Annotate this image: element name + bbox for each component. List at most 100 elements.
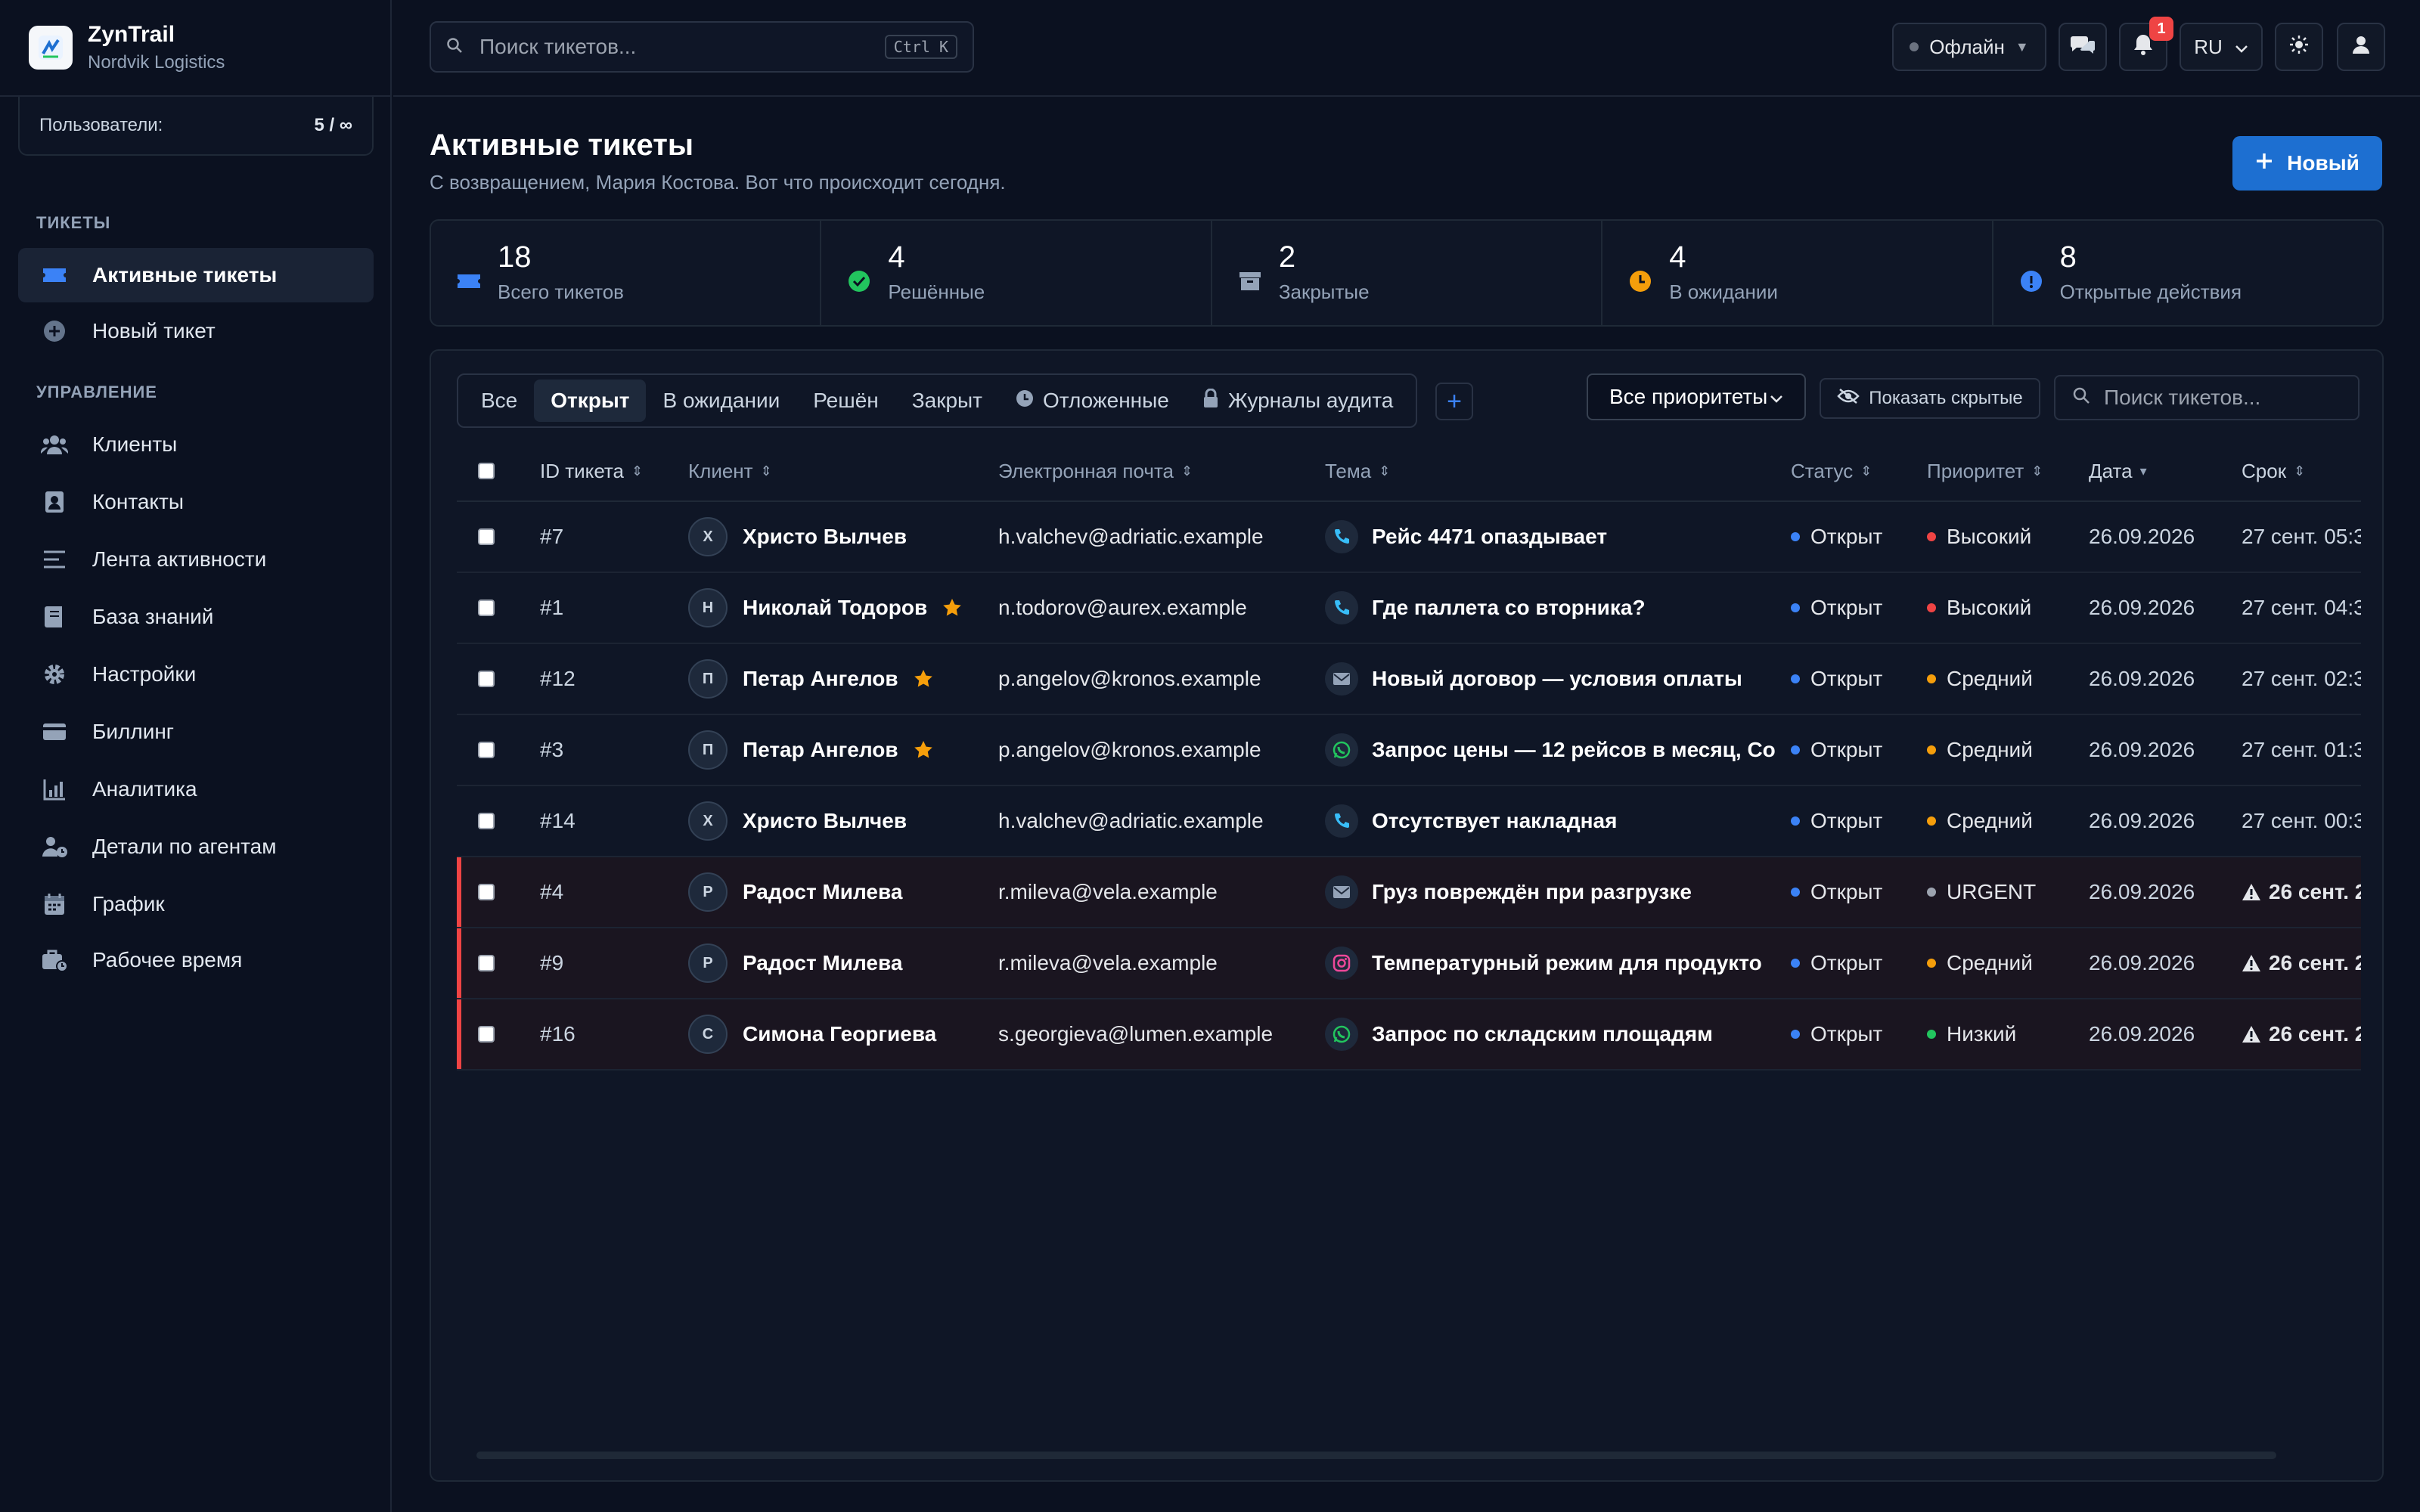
column-header-client[interactable]: Клиент ⇕ xyxy=(688,460,998,483)
new-ticket-button[interactable]: Новый xyxy=(2232,136,2382,191)
row-checkbox[interactable] xyxy=(478,1026,495,1043)
subject-cell: Температурный режим для продукто xyxy=(1325,947,1791,980)
ticket-subject[interactable]: Рейс 4471 опаздывает xyxy=(1372,525,1607,549)
row-checkbox[interactable] xyxy=(478,813,495,829)
theme-toggle[interactable] xyxy=(2275,23,2323,71)
column-header-due[interactable]: Срок ⇕ xyxy=(2242,460,2361,483)
row-checkbox[interactable] xyxy=(478,671,495,687)
ticket-subject[interactable]: Запрос цены — 12 рейсов в месяц, Со xyxy=(1372,738,1776,762)
show-hidden-button[interactable]: Показать скрытые xyxy=(1820,378,2040,419)
add-tab-button[interactable]: + xyxy=(1435,383,1473,420)
column-header-date[interactable]: Дата ▾ xyxy=(2089,460,2242,483)
users-count: 5 / ∞ xyxy=(314,115,352,135)
sidebar-item-analytics[interactable]: Аналитика xyxy=(18,762,374,816)
sidebar-item-label: Клиенты xyxy=(92,432,178,456)
avatar: П xyxy=(688,730,728,770)
row-checkbox[interactable] xyxy=(478,528,495,545)
sidebar-item-new-ticket[interactable]: Новый тикет xyxy=(18,304,374,358)
table-row[interactable]: #1 Н Николай Тодоров n.todorov@aurex.exa… xyxy=(457,573,2361,644)
row-checkbox[interactable] xyxy=(478,742,495,758)
sidebar-item-knowledge-base[interactable]: База знаний xyxy=(18,590,374,644)
client-name[interactable]: Христо Вылчев xyxy=(743,809,907,833)
priority-cell: Высокий xyxy=(1927,525,2089,549)
sidebar-item-settings[interactable]: Настройки xyxy=(18,647,374,702)
client-name[interactable]: Симона Георгиева xyxy=(743,1022,936,1046)
client-name[interactable]: Радост Милева xyxy=(743,880,902,904)
tab-all[interactable]: Все xyxy=(464,380,534,422)
stat-total[interactable]: 18 Всего тикетов xyxy=(431,221,822,325)
language-select[interactable]: RU xyxy=(2180,23,2263,71)
stat-value: 4 xyxy=(1669,240,1686,274)
sidebar-item-clients[interactable]: Клиенты xyxy=(18,417,374,472)
sidebar-item-schedule[interactable]: График xyxy=(18,877,374,931)
ticket-search-input[interactable]: Поиск тикетов... xyxy=(2054,375,2360,420)
status-label: Офлайн xyxy=(1929,35,2005,58)
tab-open[interactable]: Открыт xyxy=(534,380,647,422)
check-circle-icon xyxy=(844,266,874,296)
table-row[interactable]: #9 Р Радост Милева r.mileva@vela.example… xyxy=(457,928,2361,999)
sidebar-item-active-tickets[interactable]: Активные тикеты xyxy=(18,248,374,302)
stat-open-actions[interactable]: 8 Открытые действия xyxy=(1993,221,2382,325)
subject-cell: Где паллета со вторника? xyxy=(1325,591,1791,624)
row-checkbox[interactable] xyxy=(478,600,495,616)
tab-resolved[interactable]: Решён xyxy=(796,380,895,422)
column-header-subject[interactable]: Тема ⇕ xyxy=(1325,460,1791,483)
client-name[interactable]: Христо Вылчев xyxy=(743,525,907,549)
row-checkbox[interactable] xyxy=(478,955,495,971)
select-all-checkbox[interactable] xyxy=(478,463,495,479)
client-name[interactable]: Петар Ангелов xyxy=(743,738,898,762)
client-cell: Х Христо Вылчев xyxy=(688,801,998,841)
notifications-badge: 1 xyxy=(2149,17,2173,41)
status-dropdown[interactable]: Офлайн ▼ xyxy=(1892,23,2046,71)
horizontal-scrollbar[interactable] xyxy=(476,1452,2276,1459)
tab-pending[interactable]: В ожидании xyxy=(646,380,796,422)
table-row[interactable]: #12 П Петар Ангелов p.angelov@kronos.exa… xyxy=(457,644,2361,715)
page-subtitle: С возвращением, Мария Костова. Вот что п… xyxy=(430,171,1006,194)
row-checkbox[interactable] xyxy=(478,884,495,900)
column-label: Срок xyxy=(2242,459,2287,482)
sidebar-item-agent-details[interactable]: Детали по агентам xyxy=(18,820,374,874)
client-name[interactable]: Петар Ангелов xyxy=(743,667,898,691)
sidebar-item-working-hours[interactable]: Рабочее время xyxy=(18,933,374,987)
ticket-subject[interactable]: Где паллета со вторника? xyxy=(1372,596,1646,620)
notifications-button[interactable]: 1 xyxy=(2119,17,2173,71)
sort-icon: ⇕ xyxy=(1181,463,1193,479)
sidebar-item-label: Лента активности xyxy=(92,547,267,571)
ticket-subject[interactable]: Запрос по складским площадям xyxy=(1372,1022,1713,1046)
table-row[interactable]: #14 Х Христо Вылчев h.valchev@adriatic.e… xyxy=(457,786,2361,857)
tab-closed[interactable]: Закрыт xyxy=(895,380,999,422)
tab-audit-logs[interactable]: Журналы аудита xyxy=(1186,380,1410,422)
client-name[interactable]: Николай Тодоров xyxy=(743,596,927,620)
client-name[interactable]: Радост Милева xyxy=(743,951,902,975)
column-header-email[interactable]: Электронная почта ⇕ xyxy=(998,460,1325,483)
priority-filter-select[interactable]: Все приоритеты xyxy=(1587,373,1806,420)
plus-icon xyxy=(2255,151,2273,175)
app-logo xyxy=(29,26,73,70)
column-header-priority[interactable]: Приоритет ⇕ xyxy=(1927,460,2089,483)
table-row[interactable]: #16 С Симона Георгиева s.georgieva@lumen… xyxy=(457,999,2361,1070)
sidebar-item-activity-feed[interactable]: Лента активности xyxy=(18,532,374,587)
table-row[interactable]: #4 Р Радост Милева r.mileva@vela.example… xyxy=(457,857,2361,928)
priority-cell: Средний xyxy=(1927,738,2089,762)
column-header-status[interactable]: Статус ⇕ xyxy=(1791,460,1927,483)
due-label: 27 сент. 00:3 xyxy=(2242,809,2361,832)
tab-snoozed[interactable]: Отложенные xyxy=(999,380,1186,422)
sidebar-item-contacts[interactable]: Контакты xyxy=(18,475,374,529)
table-row[interactable]: #7 Х Христо Вылчев h.valchev@adriatic.ex… xyxy=(457,502,2361,573)
global-search-input[interactable]: Поиск тикетов... Ctrl K xyxy=(430,21,974,73)
avatar: Р xyxy=(688,943,728,983)
table-row[interactable]: #3 П Петар Ангелов p.angelov@kronos.exam… xyxy=(457,715,2361,786)
stat-pending[interactable]: 4 В ожидании xyxy=(1602,221,1993,325)
column-label: ID тикета xyxy=(540,459,624,482)
subject-cell: Запрос цены — 12 рейсов в месяц, Со xyxy=(1325,733,1791,767)
stat-closed[interactable]: 2 Закрытые xyxy=(1212,221,1603,325)
ticket-subject[interactable]: Груз повреждён при разгрузке xyxy=(1372,880,1692,904)
ticket-subject[interactable]: Температурный режим для продукто xyxy=(1372,951,1762,975)
stat-resolved[interactable]: 4 Решённые xyxy=(821,221,1212,325)
sidebar-item-billing[interactable]: Биллинг xyxy=(18,705,374,759)
column-header-id[interactable]: ID тикета ⇕ xyxy=(540,460,688,483)
chat-button[interactable] xyxy=(2059,23,2107,71)
ticket-subject[interactable]: Новый договор — условия оплаты xyxy=(1372,667,1742,691)
profile-button[interactable] xyxy=(2337,23,2385,71)
ticket-subject[interactable]: Отсутствует накладная xyxy=(1372,809,1617,833)
